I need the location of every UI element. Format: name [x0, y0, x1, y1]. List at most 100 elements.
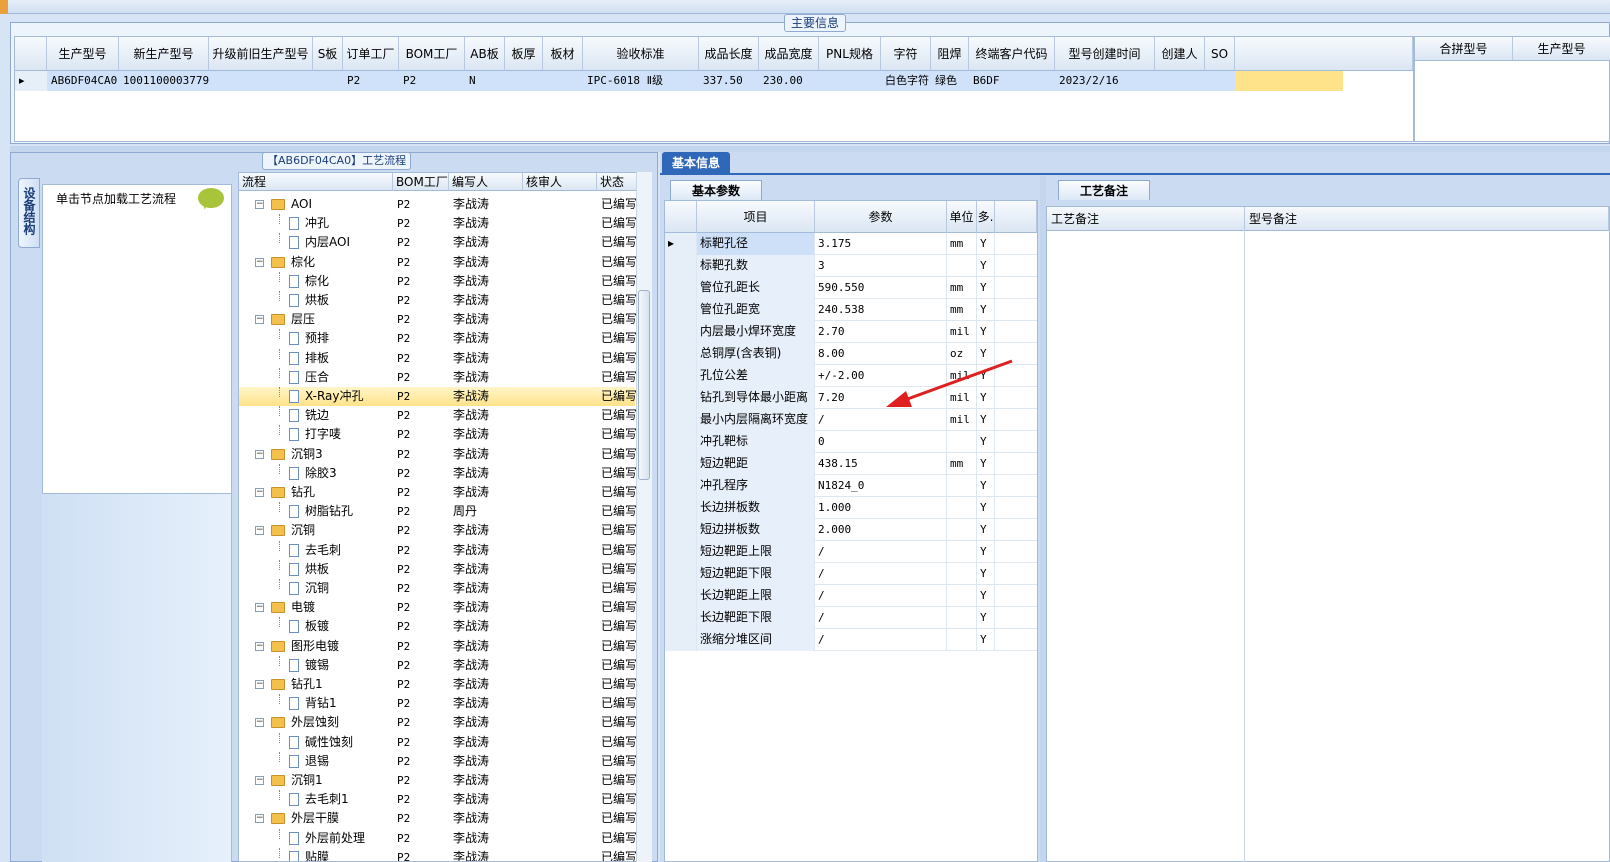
- params-row[interactable]: 内层最小焊环宽度 2.70 mil Y: [665, 321, 1037, 343]
- tab-basic-params[interactable]: 基本参数: [670, 180, 762, 200]
- params-row[interactable]: 标靶孔数 3 Y: [665, 255, 1037, 277]
- flow-row[interactable]: − 沉铜 P2 李战涛 已编写: [239, 521, 637, 540]
- param-value[interactable]: 3: [815, 255, 947, 277]
- param-value[interactable]: 590.550: [815, 277, 947, 299]
- flow-row[interactable]: − 沉铜3 P2 李战涛 已编写: [239, 445, 637, 464]
- grid-cell[interactable]: [505, 71, 543, 91]
- grid-cell[interactable]: [543, 71, 583, 91]
- collapse-icon[interactable]: −: [255, 776, 264, 785]
- flow-row[interactable]: 排板 P2 李战涛 已编写: [239, 348, 637, 368]
- params-row[interactable]: 短边靶距上限 / Y: [665, 541, 1037, 563]
- column-header[interactable]: SO: [1205, 37, 1235, 71]
- flow-row[interactable]: − 外层蚀刻 P2 李战涛 已编写: [239, 713, 637, 732]
- param-value[interactable]: /: [815, 563, 947, 585]
- params-row[interactable]: 管位孔距长 590.550 mm Y: [665, 277, 1037, 299]
- params-row[interactable]: 管位孔距宽 240.538 mm Y: [665, 299, 1037, 321]
- grid-cell[interactable]: P2: [343, 71, 399, 91]
- flow-column-header[interactable]: 编写人: [449, 173, 523, 191]
- flow-row[interactable]: 除胶3 P2 李战涛 已编写: [239, 463, 637, 483]
- flow-row[interactable]: X-Ray冲孔 P2 李战涛 已编写: [239, 387, 637, 406]
- column-header[interactable]: AB板: [465, 37, 505, 71]
- side-tab-equipment[interactable]: 设备结构: [18, 178, 40, 248]
- params-row[interactable]: 短边靶距 438.15 mm Y: [665, 453, 1037, 475]
- flow-row[interactable]: 树脂钻孔 P2 周丹 已编写: [239, 502, 637, 521]
- process-flow-tree[interactable]: 流程 BOM工厂 编写人 核审人 状态 − AOI P2 李战涛 已编写 冲孔 P2 李战涛 已编写 内层A…: [238, 172, 652, 862]
- param-value[interactable]: 240.538: [815, 299, 947, 321]
- collapse-icon[interactable]: −: [255, 603, 264, 613]
- grid-cell[interactable]: [819, 71, 881, 91]
- flow-row[interactable]: − 钻孔1 P2 李战涛 已编写: [239, 675, 637, 694]
- node-tree-box[interactable]: [42, 184, 232, 494]
- flow-row[interactable]: − 棕化 P2 李战涛 已编写: [239, 253, 637, 272]
- collapse-icon[interactable]: −: [255, 449, 264, 459]
- param-value[interactable]: N1824_0: [815, 475, 947, 497]
- column-header[interactable]: 板厚: [505, 37, 543, 71]
- params-row[interactable]: 长边靶距上限 / Y: [665, 585, 1037, 607]
- grid-cell[interactable]: 10011000037792: [119, 71, 209, 91]
- flow-row[interactable]: − 电镀 P2 李战涛 已编写: [239, 598, 637, 617]
- column-header[interactable]: 订单工厂: [343, 37, 399, 71]
- flow-row[interactable]: 棕化 P2 李战涛 已编写: [239, 271, 637, 291]
- column-header[interactable]: 字符: [881, 37, 931, 71]
- notes-area[interactable]: 工艺备注 型号备注: [1046, 206, 1610, 862]
- chat-bubble-icon[interactable]: [198, 188, 224, 208]
- param-value[interactable]: /: [815, 629, 947, 651]
- params-column-header[interactable]: 多.: [977, 201, 995, 233]
- collapse-icon[interactable]: −: [255, 200, 264, 209]
- collapse-icon[interactable]: −: [255, 488, 264, 497]
- flow-row[interactable]: 外层前处理 P2 李战涛 已编写: [239, 828, 637, 848]
- grid-cell[interactable]: [313, 71, 343, 91]
- column-header[interactable]: 成品长度: [699, 37, 759, 71]
- grid-cell[interactable]: 230.00: [759, 71, 819, 91]
- param-value[interactable]: 0: [815, 431, 947, 453]
- flow-row[interactable]: − 钻孔 P2 李战涛 已编写: [239, 483, 637, 502]
- params-grid[interactable]: 项目 参数 单位 多. ▸ 标靶孔径 3.175 mm Y 标靶孔数 3 Y 管位孔距长 590.550 m…: [664, 200, 1038, 862]
- column-header[interactable]: 升级前旧生产型号: [209, 37, 313, 71]
- column-header[interactable]: 新生产型号: [119, 37, 209, 71]
- collapse-icon[interactable]: −: [255, 315, 264, 325]
- column-header[interactable]: 型号创建时间: [1055, 37, 1155, 71]
- params-row[interactable]: 长边靶距下限 / Y: [665, 607, 1037, 629]
- param-value[interactable]: /: [815, 607, 947, 629]
- collapse-icon[interactable]: −: [255, 718, 264, 728]
- flow-row[interactable]: 去毛刺1 P2 李战涛 已编写: [239, 790, 637, 809]
- flow-row[interactable]: 退锡 P2 李战涛 已编写: [239, 751, 637, 771]
- column-header[interactable]: 成品宽度: [759, 37, 819, 71]
- flow-row[interactable]: 板镀 P2 李战涛 已编写: [239, 617, 637, 636]
- column-header[interactable]: 生产型号: [47, 37, 119, 71]
- flow-scrollbar[interactable]: [636, 172, 652, 862]
- flow-row[interactable]: 压合 P2 李战涛 已编写: [239, 367, 637, 387]
- params-column-header[interactable]: 单位: [947, 201, 977, 233]
- column-header[interactable]: S板: [313, 37, 343, 71]
- flow-row[interactable]: 内层AOI P2 李战涛 已编写: [239, 233, 637, 252]
- params-row[interactable]: ▸ 标靶孔径 3.175 mm Y: [665, 233, 1037, 255]
- flow-row[interactable]: 铣边 P2 李战涛 已编写: [239, 406, 637, 425]
- column-header[interactable]: BOM工厂: [399, 37, 465, 71]
- param-value[interactable]: 3.175: [815, 233, 947, 255]
- grid-cell[interactable]: [209, 71, 313, 91]
- flow-row[interactable]: 背钻1 P2 李战涛 已编写: [239, 694, 637, 713]
- params-row[interactable]: 冲孔程序 N1824_0 Y: [665, 475, 1037, 497]
- param-value[interactable]: /: [815, 541, 947, 563]
- params-column-header[interactable]: 项目: [697, 201, 815, 233]
- flow-row[interactable]: 烘板 P2 李战涛 已编写: [239, 291, 637, 310]
- grid-cell[interactable]: 白色字符: [881, 71, 931, 91]
- flow-row[interactable]: 冲孔 P2 李战涛 已编写: [239, 214, 637, 233]
- params-row[interactable]: 冲孔靶标 0 Y: [665, 431, 1037, 453]
- flow-scrollbar-thumb[interactable]: [638, 290, 650, 480]
- column-header[interactable]: 验收标准: [583, 37, 699, 71]
- param-value[interactable]: /: [815, 585, 947, 607]
- collapse-icon[interactable]: −: [255, 641, 264, 651]
- param-value[interactable]: 2.70: [815, 321, 947, 343]
- grid-cell[interactable]: 绿色: [931, 71, 969, 91]
- flow-row[interactable]: 碱性蚀刻 P2 李战涛 已编写: [239, 732, 637, 752]
- grid-cell[interactable]: P2: [399, 71, 465, 91]
- flow-column-header[interactable]: BOM工厂: [393, 173, 449, 191]
- param-value[interactable]: 2.000: [815, 519, 947, 541]
- notes-column-header[interactable]: 型号备注: [1245, 207, 1609, 231]
- flow-column-header[interactable]: 状态: [597, 173, 637, 191]
- flow-row[interactable]: − 层压 P2 李战涛 已编写: [239, 310, 637, 329]
- collapse-icon[interactable]: −: [255, 526, 264, 536]
- grid-cell[interactable]: [1155, 71, 1205, 91]
- flow-column-header[interactable]: 核审人: [523, 173, 597, 191]
